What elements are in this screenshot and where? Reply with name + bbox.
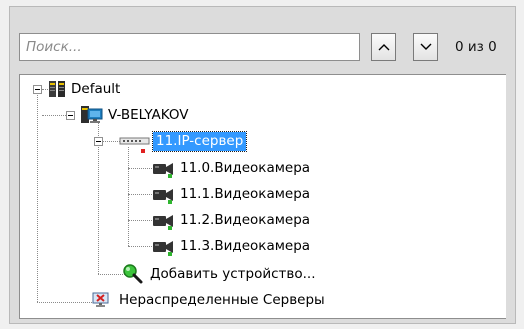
device-tree[interactable]: Default V-BELYAKOV 11.IP-сервер 11.0.Вид…	[19, 74, 506, 319]
match-counter: 0 из 0	[455, 39, 497, 55]
video-camera-icon	[153, 215, 173, 230]
video-camera-icon	[153, 241, 173, 256]
tree-item-unassigned-servers[interactable]: Нераспределенные Серверы	[119, 290, 325, 310]
collapse-server-toggle[interactable]	[66, 111, 75, 120]
tree-item-camera[interactable]: 11.2.Видеокамера	[180, 210, 310, 230]
chevron-down-icon	[420, 43, 431, 50]
ip-server-icon	[119, 137, 150, 153]
tree-item-camera[interactable]: 11.1.Видеокамера	[180, 184, 310, 204]
search-add-icon	[123, 264, 143, 284]
tree-item-default[interactable]: Default	[71, 79, 120, 99]
add-device-link[interactable]: Добавить устройство...	[150, 264, 316, 284]
server-computer-icon	[81, 106, 103, 123]
tree-item-ip-server[interactable]: 11.IP-сервер	[151, 131, 248, 152]
unassigned-servers-icon	[92, 292, 109, 307]
tree-item-camera[interactable]: 11.3.Видеокамера	[180, 236, 310, 256]
next-match-button[interactable]	[413, 33, 438, 61]
collapse-default-toggle[interactable]	[33, 85, 42, 94]
video-camera-icon	[153, 189, 173, 204]
server-group-icon	[49, 81, 65, 97]
tree-item-server[interactable]: V-BELYAKOV	[108, 105, 189, 125]
chevron-up-icon	[378, 44, 389, 51]
video-camera-icon	[153, 163, 173, 178]
collapse-ip-server-toggle[interactable]	[94, 137, 103, 146]
search-input[interactable]	[19, 33, 360, 61]
previous-match-button[interactable]	[371, 33, 396, 61]
tree-item-camera[interactable]: 11.0.Видеокамера	[180, 158, 310, 178]
